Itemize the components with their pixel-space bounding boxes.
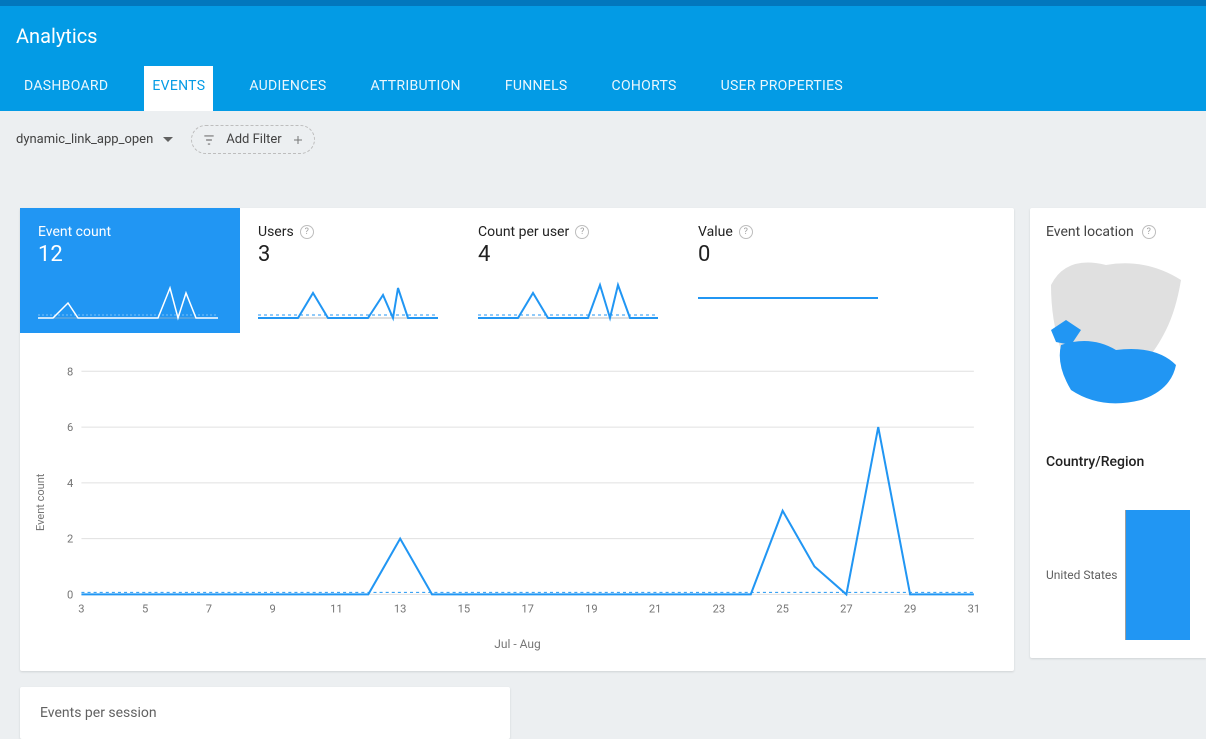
svg-text:0: 0	[67, 588, 73, 601]
svg-text:15: 15	[458, 603, 471, 616]
chart-x-axis-label: Jul - Aug	[51, 637, 984, 651]
event-location-title: Event location	[1046, 224, 1134, 240]
sparkline-users	[258, 273, 442, 323]
tab-user-properties[interactable]: USER PROPERTIES	[713, 66, 851, 111]
svg-text:25: 25	[776, 603, 789, 616]
svg-text:21: 21	[649, 603, 662, 616]
svg-text:2: 2	[67, 533, 73, 546]
help-icon[interactable]: ?	[575, 225, 589, 239]
event-select-value: dynamic_link_app_open	[16, 132, 153, 147]
metric-tile-value[interactable]: Value ? 0	[680, 208, 900, 333]
svg-text:5: 5	[142, 603, 148, 616]
metric-tile-count-per-user[interactable]: Count per user ? 4	[460, 208, 680, 333]
svg-text:27: 27	[840, 603, 853, 616]
event-location-card: Event location ? Country/Region United S…	[1030, 208, 1206, 658]
help-icon[interactable]: ?	[300, 225, 314, 239]
svg-text:6: 6	[67, 421, 73, 434]
svg-text:23: 23	[713, 603, 726, 616]
chart-y-axis-label: Event count	[30, 353, 51, 651]
page-header: Analytics DASHBOARD EVENTS AUDIENCES ATT…	[0, 6, 1206, 111]
card-title: Events per session	[40, 705, 157, 721]
metric-tiles-row: Event count 12 Users ?	[20, 208, 1014, 333]
line-chart-svg: 0 2 4 6 8 3 5 7 9 11 13 15 17 19 21 23 25 27 29 31	[51, 353, 984, 633]
svg-text:7: 7	[206, 603, 212, 616]
tab-events[interactable]: EVENTS	[144, 66, 213, 111]
tab-cohorts[interactable]: COHORTS	[604, 66, 685, 111]
svg-text:17: 17	[521, 603, 534, 616]
filter-bar: dynamic_link_app_open Add Filter	[0, 111, 1206, 168]
events-per-session-card: Events per session	[20, 687, 510, 739]
geo-map	[1046, 250, 1190, 424]
metric-tile-users[interactable]: Users ? 3	[240, 208, 460, 333]
add-filter-label: Add Filter	[226, 132, 281, 147]
add-filter-button[interactable]: Add Filter	[191, 125, 314, 154]
tab-attribution[interactable]: ATTRIBUTION	[362, 66, 468, 111]
filter-icon	[202, 133, 216, 147]
content-area: Event count 12 Users ?	[0, 168, 1206, 739]
svg-text:19: 19	[585, 603, 598, 616]
plus-icon	[292, 134, 304, 146]
svg-text:3: 3	[78, 603, 84, 616]
main-chart: Event count 0 2 4 6 8 3 5 7 9 11 13 15 17 19 21 23 25 27 2…	[20, 333, 1014, 671]
metric-value: 3	[258, 242, 442, 267]
svg-text:8: 8	[67, 365, 73, 378]
help-icon[interactable]: ?	[739, 225, 753, 239]
metric-label: Count per user	[478, 224, 569, 240]
sparkline-value	[698, 273, 882, 323]
metrics-card: Event count 12 Users ?	[20, 208, 1014, 671]
svg-text:13: 13	[394, 603, 407, 616]
svg-text:29: 29	[904, 603, 917, 616]
help-icon[interactable]: ?	[1142, 225, 1156, 239]
svg-text:9: 9	[270, 603, 276, 616]
metric-label: Event count	[38, 224, 111, 240]
country-row: United States	[1046, 510, 1190, 640]
country-region-heading: Country/Region	[1046, 454, 1190, 470]
sparkline-event-count	[38, 273, 222, 323]
svg-text:11: 11	[330, 603, 343, 616]
chevron-down-icon	[163, 137, 173, 142]
tab-funnels[interactable]: FUNNELS	[497, 66, 576, 111]
svg-text:31: 31	[968, 603, 981, 616]
tab-audiences[interactable]: AUDIENCES	[241, 66, 334, 111]
metric-value: 4	[478, 242, 662, 267]
country-bar	[1125, 510, 1190, 640]
event-select-dropdown[interactable]: dynamic_link_app_open	[16, 132, 173, 147]
tab-dashboard[interactable]: DASHBOARD	[16, 66, 116, 111]
metric-tile-event-count[interactable]: Event count 12	[20, 208, 240, 333]
page-title: Analytics	[0, 24, 1206, 66]
metric-value: 12	[38, 242, 222, 267]
sparkline-count-per-user	[478, 273, 662, 323]
metric-value: 0	[698, 242, 882, 267]
metric-label: Value	[698, 224, 733, 240]
main-tabs: DASHBOARD EVENTS AUDIENCES ATTRIBUTION F…	[0, 66, 1206, 111]
metric-label: Users	[258, 224, 294, 240]
svg-text:4: 4	[67, 477, 74, 490]
country-label: United States	[1046, 568, 1117, 582]
